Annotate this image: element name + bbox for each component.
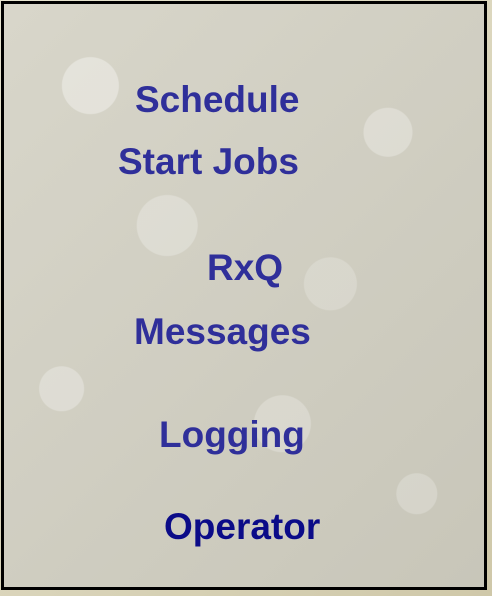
schedule-label: Schedule xyxy=(135,79,300,120)
messages-label: Messages xyxy=(134,311,311,352)
process-panel: Schedule Start Jobs RxQ Messages Logging… xyxy=(1,1,487,590)
operator-label: Operator xyxy=(164,506,321,547)
logging-label: Logging xyxy=(159,414,305,455)
rxq-label: RxQ xyxy=(207,247,284,288)
start-jobs-label: Start Jobs xyxy=(118,141,299,182)
